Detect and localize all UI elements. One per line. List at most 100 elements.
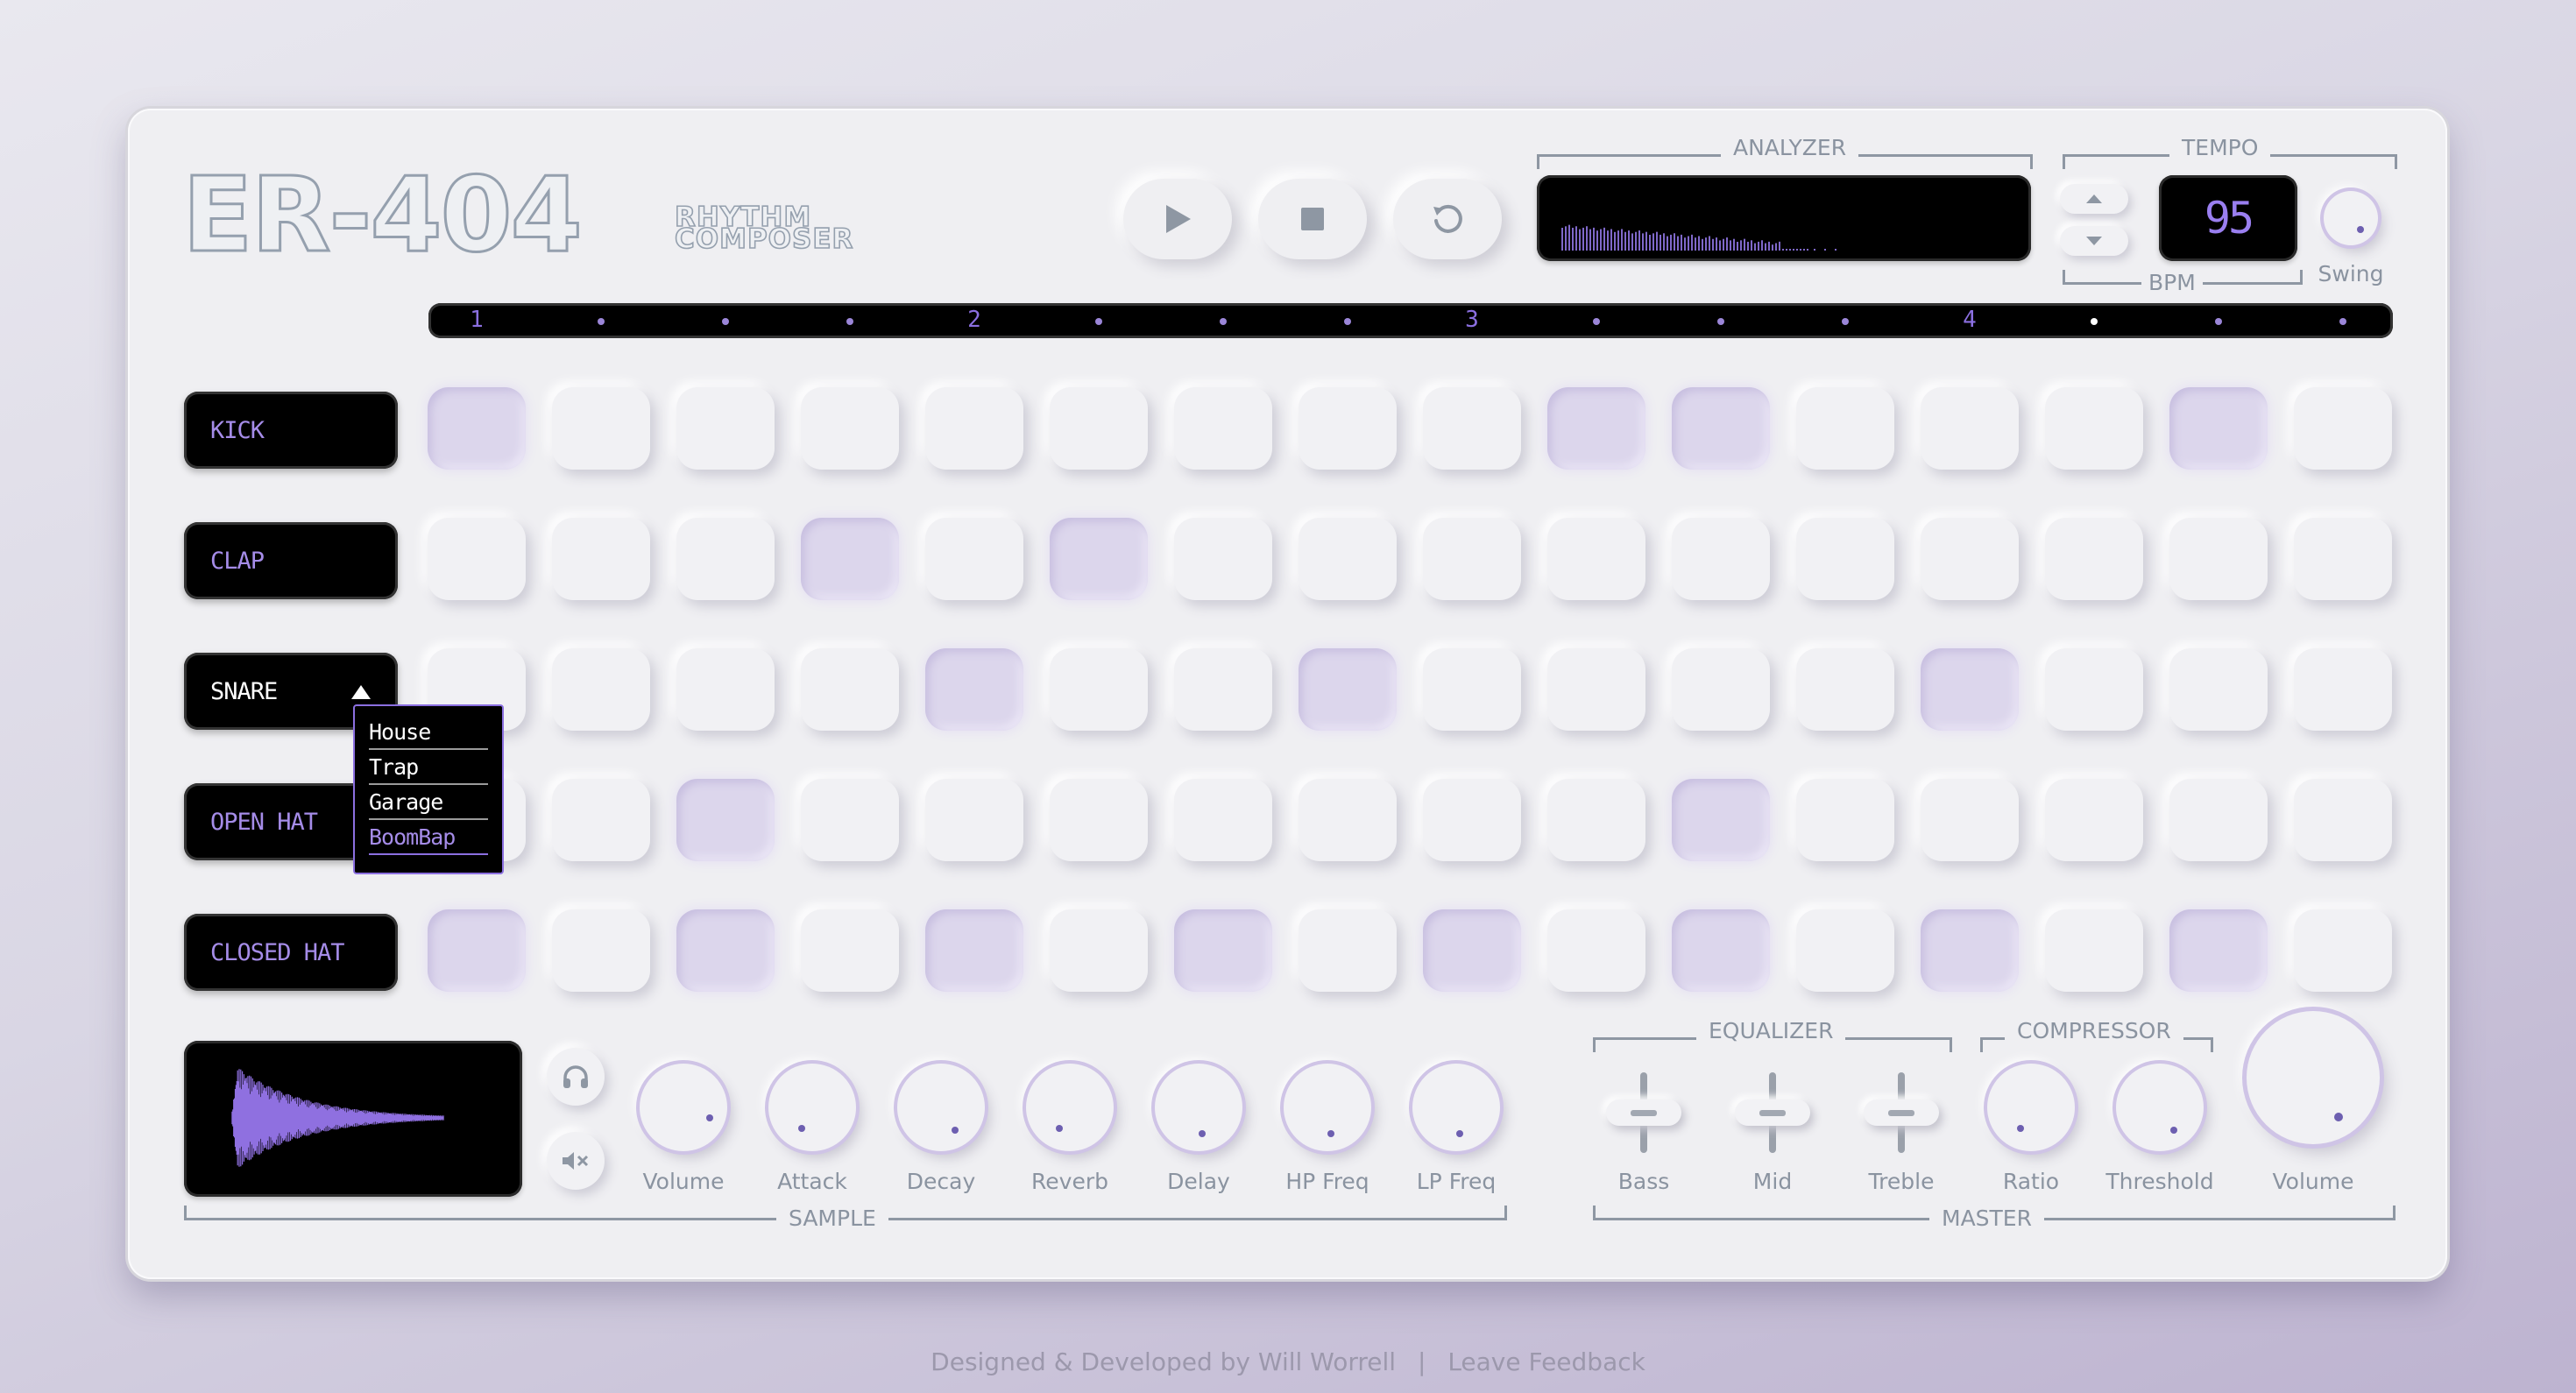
step-pad[interactable]	[925, 909, 1023, 992]
swing-knob[interactable]	[2324, 191, 2378, 245]
kit-option[interactable]: Trap	[369, 750, 488, 785]
step-pad[interactable]	[1796, 387, 1894, 470]
instrument-button-kick[interactable]: KICK	[184, 392, 398, 469]
sample-knob-delay[interactable]	[1155, 1064, 1242, 1151]
step-pad[interactable]	[1547, 909, 1645, 992]
step-pad[interactable]	[925, 648, 1023, 731]
step-pad[interactable]	[2045, 779, 2143, 861]
step-pad[interactable]	[1672, 518, 1770, 600]
step-pad[interactable]	[1423, 779, 1521, 861]
step-pad[interactable]	[1921, 779, 2019, 861]
footer-feedback-link[interactable]: Leave Feedback	[1447, 1347, 1645, 1376]
step-pad[interactable]	[2045, 648, 2143, 731]
instrument-button-closed-hat[interactable]: CLOSED HAT	[184, 914, 398, 991]
step-pad[interactable]	[2294, 648, 2392, 731]
mute-button[interactable]	[547, 1132, 605, 1190]
step-pad[interactable]	[428, 518, 526, 600]
step-pad[interactable]	[1921, 518, 2019, 600]
step-pad[interactable]	[1423, 518, 1521, 600]
step-pad[interactable]	[552, 387, 650, 470]
step-pad[interactable]	[801, 648, 899, 731]
step-pad[interactable]	[1174, 779, 1272, 861]
step-pad[interactable]	[2294, 518, 2392, 600]
step-pad[interactable]	[2045, 909, 2143, 992]
step-pad[interactable]	[676, 648, 775, 731]
step-pad[interactable]	[1921, 387, 2019, 470]
step-pad[interactable]	[1423, 387, 1521, 470]
step-pad[interactable]	[1174, 648, 1272, 731]
sample-knob-decay[interactable]	[897, 1064, 985, 1151]
compressor-knob-threshold[interactable]	[2116, 1064, 2204, 1151]
tempo-up-button[interactable]	[2060, 184, 2128, 214]
step-pad[interactable]	[552, 779, 650, 861]
step-pad[interactable]	[1299, 909, 1397, 992]
step-pad[interactable]	[1672, 648, 1770, 731]
step-pad[interactable]	[2294, 387, 2392, 470]
step-pad[interactable]	[1299, 648, 1397, 731]
sample-knob-hp-freq[interactable]	[1284, 1064, 1371, 1151]
play-button[interactable]	[1123, 179, 1232, 259]
step-pad[interactable]	[1921, 909, 2019, 992]
step-pad[interactable]	[2294, 779, 2392, 861]
step-pad[interactable]	[2294, 909, 2392, 992]
bpm-display[interactable]: 95	[2159, 175, 2297, 261]
step-pad[interactable]	[2169, 648, 2268, 731]
step-pad[interactable]	[1547, 648, 1645, 731]
eq-slider-treble[interactable]	[1864, 1100, 1939, 1126]
step-pad[interactable]	[1299, 779, 1397, 861]
step-pad[interactable]	[552, 518, 650, 600]
step-pad[interactable]	[1796, 648, 1894, 731]
step-pad[interactable]	[552, 909, 650, 992]
step-pad[interactable]	[1672, 779, 1770, 861]
step-pad[interactable]	[1050, 909, 1148, 992]
tempo-down-button[interactable]	[2060, 226, 2128, 256]
step-pad[interactable]	[925, 779, 1023, 861]
step-pad[interactable]	[552, 648, 650, 731]
step-pad[interactable]	[2045, 387, 2143, 470]
footer-credit-link[interactable]: Designed & Developed by Will Worrell	[931, 1347, 1396, 1376]
step-pad[interactable]	[925, 518, 1023, 600]
step-pad[interactable]	[1547, 387, 1645, 470]
sample-knob-attack[interactable]	[768, 1064, 856, 1151]
step-pad[interactable]	[1050, 387, 1148, 470]
step-pad[interactable]	[2045, 518, 2143, 600]
step-pad[interactable]	[1050, 648, 1148, 731]
step-pad[interactable]	[801, 387, 899, 470]
step-pad[interactable]	[801, 518, 899, 600]
step-pad[interactable]	[428, 387, 526, 470]
step-pad[interactable]	[1050, 779, 1148, 861]
step-pad[interactable]	[1672, 387, 1770, 470]
step-pad[interactable]	[676, 909, 775, 992]
kit-option[interactable]: Garage	[369, 785, 488, 820]
step-pad[interactable]	[1050, 518, 1148, 600]
step-pad[interactable]	[1423, 648, 1521, 731]
sample-knob-volume[interactable]	[640, 1064, 727, 1151]
step-pad[interactable]	[801, 909, 899, 992]
step-pad[interactable]	[1174, 518, 1272, 600]
preview-button[interactable]	[547, 1048, 605, 1106]
compressor-knob-ratio[interactable]	[1987, 1064, 2075, 1151]
step-pad[interactable]	[801, 779, 899, 861]
eq-slider-bass[interactable]	[1606, 1100, 1681, 1126]
kit-option[interactable]: House	[369, 715, 488, 750]
step-pad[interactable]	[1174, 909, 1272, 992]
reset-button[interactable]	[1393, 179, 1502, 259]
stop-button[interactable]	[1258, 179, 1367, 259]
step-pad[interactable]	[1299, 518, 1397, 600]
step-pad[interactable]	[1921, 648, 2019, 731]
step-pad[interactable]	[1547, 518, 1645, 600]
step-pad[interactable]	[676, 387, 775, 470]
caret-up-icon[interactable]	[350, 684, 372, 700]
step-pad[interactable]	[1423, 909, 1521, 992]
sample-knob-reverb[interactable]	[1026, 1064, 1114, 1151]
step-pad[interactable]	[1796, 518, 1894, 600]
eq-slider-mid[interactable]	[1735, 1100, 1810, 1126]
step-pad[interactable]	[1796, 779, 1894, 861]
step-pad[interactable]	[2169, 387, 2268, 470]
master-volume-knob[interactable]	[2247, 1011, 2380, 1144]
step-pad[interactable]	[2169, 779, 2268, 861]
instrument-button-clap[interactable]: CLAP	[184, 522, 398, 599]
step-pad[interactable]	[676, 518, 775, 600]
step-pad[interactable]	[676, 779, 775, 861]
step-pad[interactable]	[428, 909, 526, 992]
